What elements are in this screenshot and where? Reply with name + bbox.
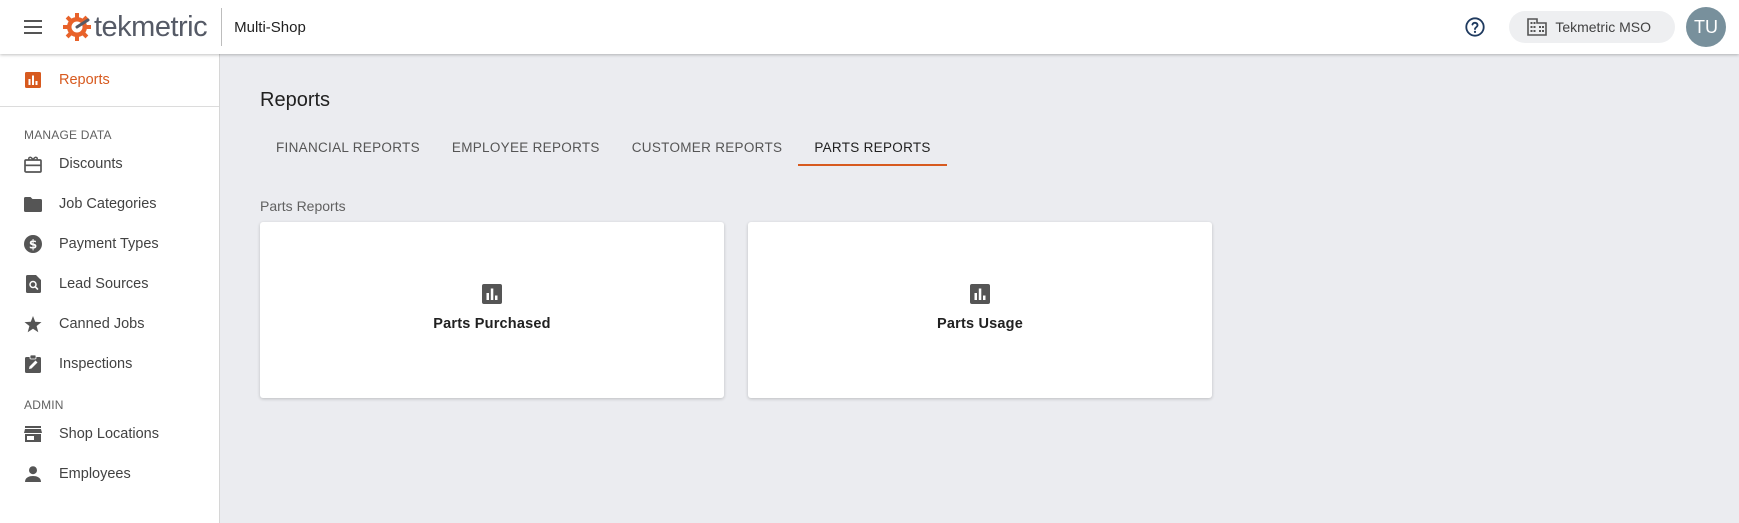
building-icon xyxy=(1527,18,1548,36)
search-document-icon xyxy=(24,275,42,293)
user-avatar[interactable]: TU xyxy=(1686,7,1726,47)
sidebar-item-label: Payment Types xyxy=(59,236,159,252)
tab-customer-reports[interactable]: CUSTOMER REPORTS xyxy=(616,128,799,166)
help-icon[interactable] xyxy=(1461,13,1489,41)
org-switcher[interactable]: Tekmetric MSO xyxy=(1509,11,1675,43)
sidebar-item-canned-jobs[interactable]: Canned Jobs xyxy=(0,304,219,344)
header-divider xyxy=(221,8,223,46)
menu-icon[interactable] xyxy=(19,13,47,41)
sidebar-item-job-categories[interactable]: Job Categories xyxy=(0,184,219,224)
folder-icon xyxy=(24,195,42,213)
tekmetric-logo[interactable]: tekmetric xyxy=(61,7,208,47)
sidebar-item-reports[interactable]: Reports xyxy=(0,54,219,107)
sidebar-item-employees[interactable]: Employees xyxy=(0,454,219,494)
star-icon xyxy=(24,315,42,333)
sidebar-item-label: Inspections xyxy=(59,356,133,372)
bar-chart-icon xyxy=(970,284,990,304)
sidebar-item-shop-locations[interactable]: Shop Locations xyxy=(0,414,219,454)
header-right: Tekmetric MSO TU xyxy=(1461,7,1739,47)
svg-text:$: $ xyxy=(29,238,37,252)
page-title: Reports xyxy=(260,89,331,111)
tab-parts-reports[interactable]: PARTS REPORTS xyxy=(798,128,948,166)
report-tabs: FINANCIAL REPORTS EMPLOYEE REPORTS CUSTO… xyxy=(260,128,948,166)
tab-financial-reports[interactable]: FINANCIAL REPORTS xyxy=(260,128,436,166)
card-label: Parts Purchased xyxy=(433,316,551,332)
sidebar-item-discounts[interactable]: Discounts xyxy=(0,144,219,184)
parts-purchased-card[interactable]: Parts Purchased xyxy=(260,222,724,398)
sidebar-item-inspections[interactable]: Inspections xyxy=(0,344,219,384)
tab-employee-reports[interactable]: EMPLOYEE REPORTS xyxy=(436,128,616,166)
person-icon xyxy=(24,465,42,483)
section-title: Parts Reports xyxy=(260,198,346,214)
clipboard-edit-icon xyxy=(24,355,42,373)
org-name: Tekmetric MSO xyxy=(1555,19,1651,35)
app-header: tekmetric Multi-Shop Tekmetric MSO TU xyxy=(0,0,1739,54)
logo-text: tekmetric xyxy=(94,10,208,43)
admin-section-label: ADMIN xyxy=(24,398,64,412)
sidebar-item-label: Reports xyxy=(59,72,110,88)
manage-data-section-label: MANAGE DATA xyxy=(24,128,112,142)
sidebar: Reports MANAGE DATA Discounts Job Catego… xyxy=(0,54,220,523)
main-content: Reports FINANCIAL REPORTS EMPLOYEE REPOR… xyxy=(220,54,1739,523)
bar-chart-icon xyxy=(482,284,502,304)
sidebar-item-lead-sources[interactable]: Lead Sources xyxy=(0,264,219,304)
card-label: Parts Usage xyxy=(936,316,1024,332)
sidebar-item-payment-types[interactable]: $ Payment Types xyxy=(0,224,219,264)
parts-usage-card[interactable]: Parts Usage xyxy=(748,222,1212,398)
bar-chart-icon xyxy=(24,71,42,89)
store-icon xyxy=(24,425,42,443)
gear-logo-icon xyxy=(61,11,93,43)
shop-label: Multi-Shop xyxy=(234,18,306,36)
sidebar-item-label: Lead Sources xyxy=(59,276,149,292)
sidebar-item-label: Discounts xyxy=(59,156,123,172)
discount-icon xyxy=(24,155,42,173)
sidebar-item-label: Job Categories xyxy=(59,196,157,212)
sidebar-item-label: Canned Jobs xyxy=(59,316,145,332)
sidebar-item-label: Employees xyxy=(59,466,131,482)
sidebar-item-label: Shop Locations xyxy=(59,426,159,442)
dollar-circle-icon: $ xyxy=(24,235,42,253)
